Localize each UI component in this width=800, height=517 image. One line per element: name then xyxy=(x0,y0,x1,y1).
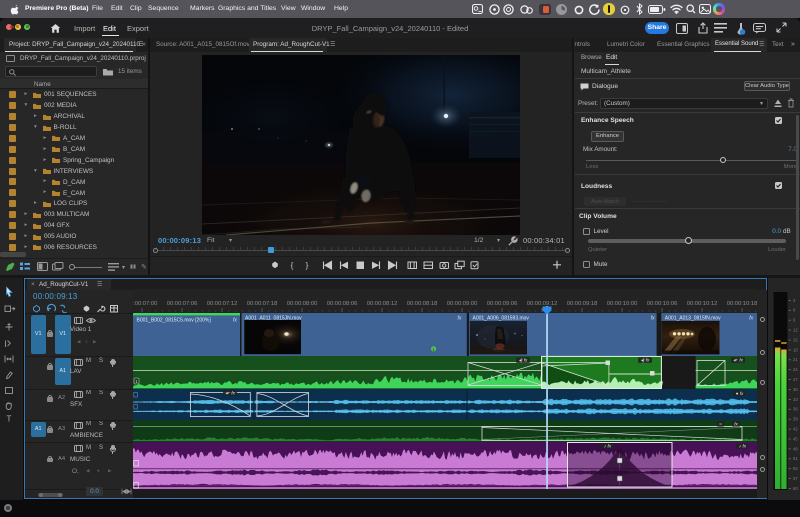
svg-text:12: 12 xyxy=(793,328,798,333)
svg-text:30: 30 xyxy=(793,387,798,392)
svg-text:00:00:10:06: 00:00:10:06 xyxy=(647,301,678,307)
svg-text:45: 45 xyxy=(793,436,798,441)
svg-text:fx: fx xyxy=(458,316,462,322)
svg-text:◂+ fx: ◂+ fx xyxy=(733,358,744,363)
svg-text:00:00:07:00: 00:00:07:00 xyxy=(133,301,157,307)
svg-text:00:00:08:06: 00:00:08:06 xyxy=(327,301,358,307)
svg-text:00:00:09:06: 00:00:09:06 xyxy=(487,301,518,307)
svg-text:00:00:07:18: 00:00:07:18 xyxy=(247,301,278,307)
svg-text:♪ fx: ♪ fx xyxy=(604,444,612,449)
svg-text:36: 36 xyxy=(793,407,798,412)
svg-text:57: 57 xyxy=(793,476,798,481)
svg-text:27: 27 xyxy=(793,377,798,382)
svg-text:◂) fx: ◂) fx xyxy=(519,358,528,363)
svg-text:00:00:08:12: 00:00:08:12 xyxy=(367,301,398,307)
svg-text:42: 42 xyxy=(793,427,798,432)
svg-text:00:00:09:18: 00:00:09:18 xyxy=(567,301,598,307)
svg-text:}: } xyxy=(306,261,309,270)
svg-text:3: 3 xyxy=(793,298,796,303)
svg-text:60: 60 xyxy=(793,486,798,491)
svg-text:00:00:07:12: 00:00:07:12 xyxy=(207,301,238,307)
svg-text:00:00:09:12: 00:00:09:12 xyxy=(527,301,558,307)
svg-text:◂+ fx: ◂+ fx xyxy=(225,390,236,395)
svg-text:fx: fx xyxy=(651,316,655,322)
svg-text:00:00:08:18: 00:00:08:18 xyxy=(407,301,438,307)
svg-text:54: 54 xyxy=(793,466,798,471)
svg-text:21: 21 xyxy=(793,357,798,362)
svg-text:♪ fx: ♪ fx xyxy=(739,444,747,449)
svg-text:A001_A013_0815fN.mov: A001_A013_0815fN.mov xyxy=(665,316,721,322)
svg-text:24: 24 xyxy=(793,367,798,372)
svg-text:{: { xyxy=(291,261,294,270)
svg-text:9: 9 xyxy=(793,318,796,323)
svg-text:fx: fx xyxy=(749,316,753,322)
svg-text:6: 6 xyxy=(793,308,796,313)
svg-text:00:00:09:00: 00:00:09:00 xyxy=(447,301,478,307)
svg-text:T: T xyxy=(7,415,12,424)
svg-text:B001_B002_0815C5.mov [200%]: B001_B002_0815C5.mov [200%] xyxy=(137,318,212,324)
svg-text:48: 48 xyxy=(793,446,798,451)
svg-text:00:00:08:00: 00:00:08:00 xyxy=(287,301,318,307)
svg-text:00:00:10:18: 00:00:10:18 xyxy=(727,301,757,307)
svg-text:39: 39 xyxy=(793,417,798,422)
svg-text:◂) fx: ◂) fx xyxy=(641,358,650,363)
svg-text:51: 51 xyxy=(793,456,798,461)
svg-text:00:00:10:00: 00:00:10:00 xyxy=(607,301,638,307)
svg-text:● fx: ● fx xyxy=(736,391,744,396)
svg-text:00:00:07:06: 00:00:07:06 xyxy=(167,301,198,307)
svg-text:15: 15 xyxy=(793,337,798,342)
svg-text:A001_A006_081593.mov: A001_A006_081593.mov xyxy=(473,316,530,322)
svg-text:33: 33 xyxy=(793,397,798,402)
svg-text:fx: fx xyxy=(233,318,237,324)
svg-text:18: 18 xyxy=(793,347,798,352)
svg-text:00:00:10:12: 00:00:10:12 xyxy=(687,301,718,307)
